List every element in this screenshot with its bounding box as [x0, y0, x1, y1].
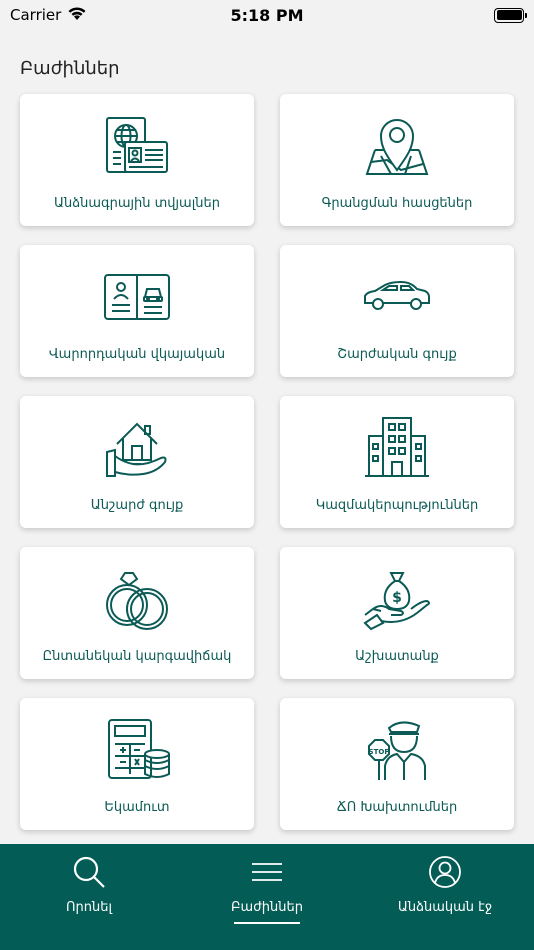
- tab-personal-page[interactable]: Անձնական էջ: [356, 844, 534, 950]
- card-label: ՃՈ Խախտումներ: [336, 800, 458, 815]
- active-tab-indicator: [234, 922, 300, 924]
- card-passport-data[interactable]: Անձնագրային տվյալներ: [20, 94, 254, 226]
- card-label: Գրանցման հասցեներ: [321, 196, 473, 211]
- menu-icon: [249, 854, 285, 894]
- bottom-tab-bar: Որոնել Բաժիններ Անձնական էջ: [0, 844, 534, 950]
- app-screen: Carrier 5:18 PM Բաժիններ Անձնագրային տվյ…: [0, 0, 534, 950]
- wifi-icon: [67, 6, 87, 25]
- money-bag-hand-icon: $: [361, 563, 433, 635]
- building-icon: [361, 412, 433, 484]
- card-movable-property[interactable]: Շարժական գույք: [280, 245, 514, 377]
- card-real-estate[interactable]: Անշարժ գույք: [20, 396, 254, 528]
- traffic-police-icon: STOP: [361, 714, 433, 786]
- search-icon: [71, 854, 107, 894]
- card-employment[interactable]: $ Աշխատանք: [280, 547, 514, 679]
- page-title: Բաժիններ: [20, 58, 120, 79]
- drivers-license-icon: [101, 261, 173, 333]
- passport-icon: [101, 110, 173, 182]
- svg-text:STOP: STOP: [369, 748, 390, 756]
- tab-label: Որոնել: [65, 900, 112, 915]
- tab-label: Անձնական էջ: [397, 900, 493, 915]
- card-label: Ընտանեկան կարգավիճակ: [42, 649, 232, 664]
- card-organizations[interactable]: Կազմակերպություններ: [280, 396, 514, 528]
- card-label: Աշխատանք: [355, 649, 439, 664]
- card-label: Եկամուտ: [104, 800, 170, 815]
- status-left: Carrier: [10, 6, 87, 25]
- card-family-status[interactable]: Ընտանեկան կարգավիճակ: [20, 547, 254, 679]
- map-pin-icon: [361, 110, 433, 182]
- card-label: Կազմակերպություններ: [315, 498, 479, 513]
- card-label: Անշարժ գույք: [90, 498, 184, 513]
- card-drivers-license[interactable]: Վարորդական վկայական: [20, 245, 254, 377]
- calculator-coins-icon: [101, 714, 173, 786]
- rings-icon: [101, 563, 173, 635]
- tab-search[interactable]: Որոնել: [0, 844, 178, 950]
- carrier-label: Carrier: [10, 6, 62, 24]
- user-icon: [427, 854, 463, 894]
- car-icon: [361, 261, 433, 333]
- card-income[interactable]: Եկամուտ: [20, 698, 254, 830]
- tab-label: Բաժիններ: [231, 900, 303, 915]
- card-label: Վարորդական վկայական: [48, 347, 226, 362]
- battery-icon: [494, 7, 527, 23]
- svg-text:$: $: [392, 590, 402, 606]
- house-hand-icon: [101, 412, 173, 484]
- tab-sections[interactable]: Բաժիններ: [178, 844, 356, 950]
- card-traffic-violations[interactable]: STOP ՃՈ Խախտումներ: [280, 698, 514, 830]
- sections-grid: Անձնագրային տվյալներ Գրանցման հասցեներ Վ…: [20, 94, 514, 830]
- card-registration-addresses[interactable]: Գրանցման հասցեներ: [280, 94, 514, 226]
- card-label: Անձնագրային տվյալներ: [54, 196, 220, 211]
- status-bar: Carrier 5:18 PM: [0, 0, 534, 30]
- card-label: Շարժական գույք: [337, 347, 457, 362]
